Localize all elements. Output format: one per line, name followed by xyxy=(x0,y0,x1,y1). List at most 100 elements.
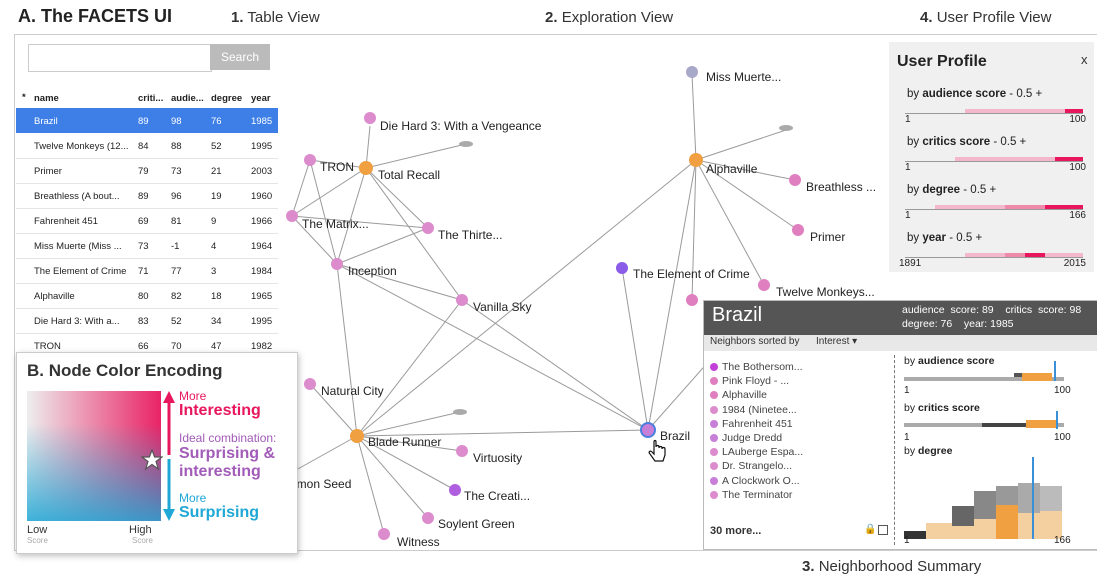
table-cell: 79 xyxy=(138,166,149,177)
by-text: by xyxy=(904,445,916,457)
table-cell: 21 xyxy=(211,166,222,177)
lock-icon[interactable]: 🔒 xyxy=(864,524,876,535)
neighbor-dot xyxy=(710,419,718,428)
label-virtuosity: Virtuosity xyxy=(473,451,522,465)
neighbor-item[interactable]: LAuberge Espa... xyxy=(722,446,803,458)
neighbor-item[interactable]: Judge Dredd xyxy=(722,432,782,444)
node-total-recall xyxy=(359,161,373,175)
profile-axis xyxy=(905,113,1083,114)
hist-marker xyxy=(1054,361,1056,381)
table-cell: 3 xyxy=(211,266,217,277)
table-cell: 76 xyxy=(211,116,222,127)
neighbor-item[interactable]: Pink Floyd - ... xyxy=(722,375,789,387)
legend-surprising-and: Surprising & xyxy=(179,445,276,462)
node-witness xyxy=(378,528,390,540)
table-row[interactable]: Fahrenheit 451 69 81 9 1966 xyxy=(16,208,278,234)
profile-min: 1 xyxy=(905,114,911,125)
sort-bar: Neighbors sorted by Interest ▾ xyxy=(704,335,1097,351)
profile-min: 1 xyxy=(905,162,911,173)
label-brazil: Brazil xyxy=(660,429,690,443)
label-matrix: The Matrix... xyxy=(302,217,369,231)
table-row[interactable]: Miss Muerte (Miss ... 73 -1 4 1964 xyxy=(16,233,278,259)
table-row[interactable]: Breathless (A bout... 89 96 19 1960 xyxy=(16,183,278,209)
profile-attr-label[interactable]: by degree - 0.5 + xyxy=(907,184,996,196)
table-cell: 1960 xyxy=(251,191,273,202)
table-cell: 88 xyxy=(171,141,182,152)
sort-dropdown[interactable]: Interest ▾ xyxy=(816,336,857,347)
hist-min: 1 xyxy=(904,535,910,546)
table-row[interactable]: TRON 66 70 47 1982 xyxy=(16,333,278,349)
neighbor-item[interactable]: Alphaville xyxy=(722,389,767,401)
col-year[interactable]: year xyxy=(251,93,271,104)
legend-low-sub: Score xyxy=(27,536,48,545)
table-cell: 52 xyxy=(211,141,222,152)
node-primer xyxy=(792,224,804,236)
table-cell: 81 xyxy=(171,216,182,227)
node-creati xyxy=(449,484,461,496)
summary-title: Brazil xyxy=(712,304,763,326)
table-row[interactable]: Primer 79 73 21 2003 xyxy=(16,158,278,184)
node-soylent xyxy=(422,512,434,524)
node-blade xyxy=(350,429,364,443)
table-row[interactable]: The Element of Crime 71 77 3 1984 xyxy=(16,258,278,284)
hist-highlight xyxy=(952,526,974,539)
table-row[interactable]: Twelve Monkeys (12... 84 88 52 1995 xyxy=(16,133,278,159)
neighbor-item[interactable]: The Terminator xyxy=(722,489,792,501)
attr-name: degree xyxy=(918,445,953,457)
label-miss-muerte: Miss Muerte... xyxy=(706,70,781,84)
profile-attr-label[interactable]: by critics score - 0.5 + xyxy=(907,136,1026,148)
node-twelve xyxy=(758,279,770,291)
profile-attr-label[interactable]: by audience score - 0.5 + xyxy=(907,88,1042,100)
table-cell: 1964 xyxy=(251,241,273,252)
legend-ideal: Ideal combination: xyxy=(179,431,277,445)
table-cell: 70 xyxy=(171,341,182,349)
neighbor-item[interactable]: A Clockwork O... xyxy=(722,475,800,487)
table-cell: 1985 xyxy=(251,116,273,127)
col-name[interactable]: name xyxy=(34,93,59,104)
attr-name: audience score xyxy=(922,88,1007,100)
neighbor-dot xyxy=(710,476,718,485)
hist-max: 166 xyxy=(1054,535,1071,546)
neighbor-dot xyxy=(710,377,718,386)
by-text: by xyxy=(907,136,920,148)
hist-min: 1 xyxy=(904,432,910,443)
legend-more-1: More xyxy=(179,389,207,403)
summary-stats-1: audience score: 89 critics score: 98 xyxy=(902,304,1082,316)
attr-name: critics score xyxy=(918,402,980,414)
node-miss-muerte xyxy=(686,66,698,78)
attr-name: degree xyxy=(922,184,961,196)
col-critics[interactable]: criti... xyxy=(138,93,163,104)
neighbor-dot xyxy=(710,405,718,414)
close-icon[interactable]: x xyxy=(1081,52,1088,67)
neighbor-item[interactable]: Fahrenheit 451 xyxy=(722,418,793,430)
neighbor-item[interactable]: The Bothersom... xyxy=(722,361,803,373)
neighbor-item[interactable]: Dr. Strangelo... xyxy=(722,460,792,472)
table-cell: 66 xyxy=(138,341,149,349)
hist-min: 1 xyxy=(904,385,910,396)
table-row[interactable]: Alphaville 80 82 18 1965 xyxy=(16,283,278,309)
table-cell: 19 xyxy=(211,191,222,202)
hist-label: by degree xyxy=(904,445,952,457)
more-neighbors-link[interactable]: 30 more... xyxy=(710,525,761,537)
by-text: by xyxy=(907,232,920,244)
legend-interesting-2: interesting xyxy=(179,463,261,480)
search-input[interactable] xyxy=(28,44,212,72)
label-element: The Element of Crime xyxy=(633,267,750,281)
col-audience[interactable]: audie... xyxy=(171,93,204,104)
user-profile-panel: User Profile x by audience score - 0.5 +… xyxy=(889,42,1094,272)
label-lemon-seed: emon Seed xyxy=(290,477,351,491)
neighbor-item[interactable]: 1984 (Ninetee... xyxy=(722,404,797,416)
profile-attr-label[interactable]: by year - 0.5 + xyxy=(907,232,982,244)
table-cell: 2003 xyxy=(251,166,273,177)
profile-min: 1 xyxy=(905,210,911,221)
label-soylent: Soylent Green xyxy=(438,517,515,531)
col-degree[interactable]: degree xyxy=(211,93,242,104)
table-row[interactable]: Die Hard 3: With a... 83 52 34 1995 xyxy=(16,308,278,334)
table-cell: 89 xyxy=(138,116,149,127)
search-button[interactable]: Search xyxy=(210,44,270,70)
expand-icon[interactable] xyxy=(878,525,888,535)
summary-stats-2: degree: 76 year: 1985 xyxy=(902,318,1014,330)
table-row[interactable]: Brazil 89 98 76 1985 xyxy=(16,108,278,133)
table-cell: The Element of Crime xyxy=(34,266,127,277)
table-cell: 47 xyxy=(211,341,222,349)
